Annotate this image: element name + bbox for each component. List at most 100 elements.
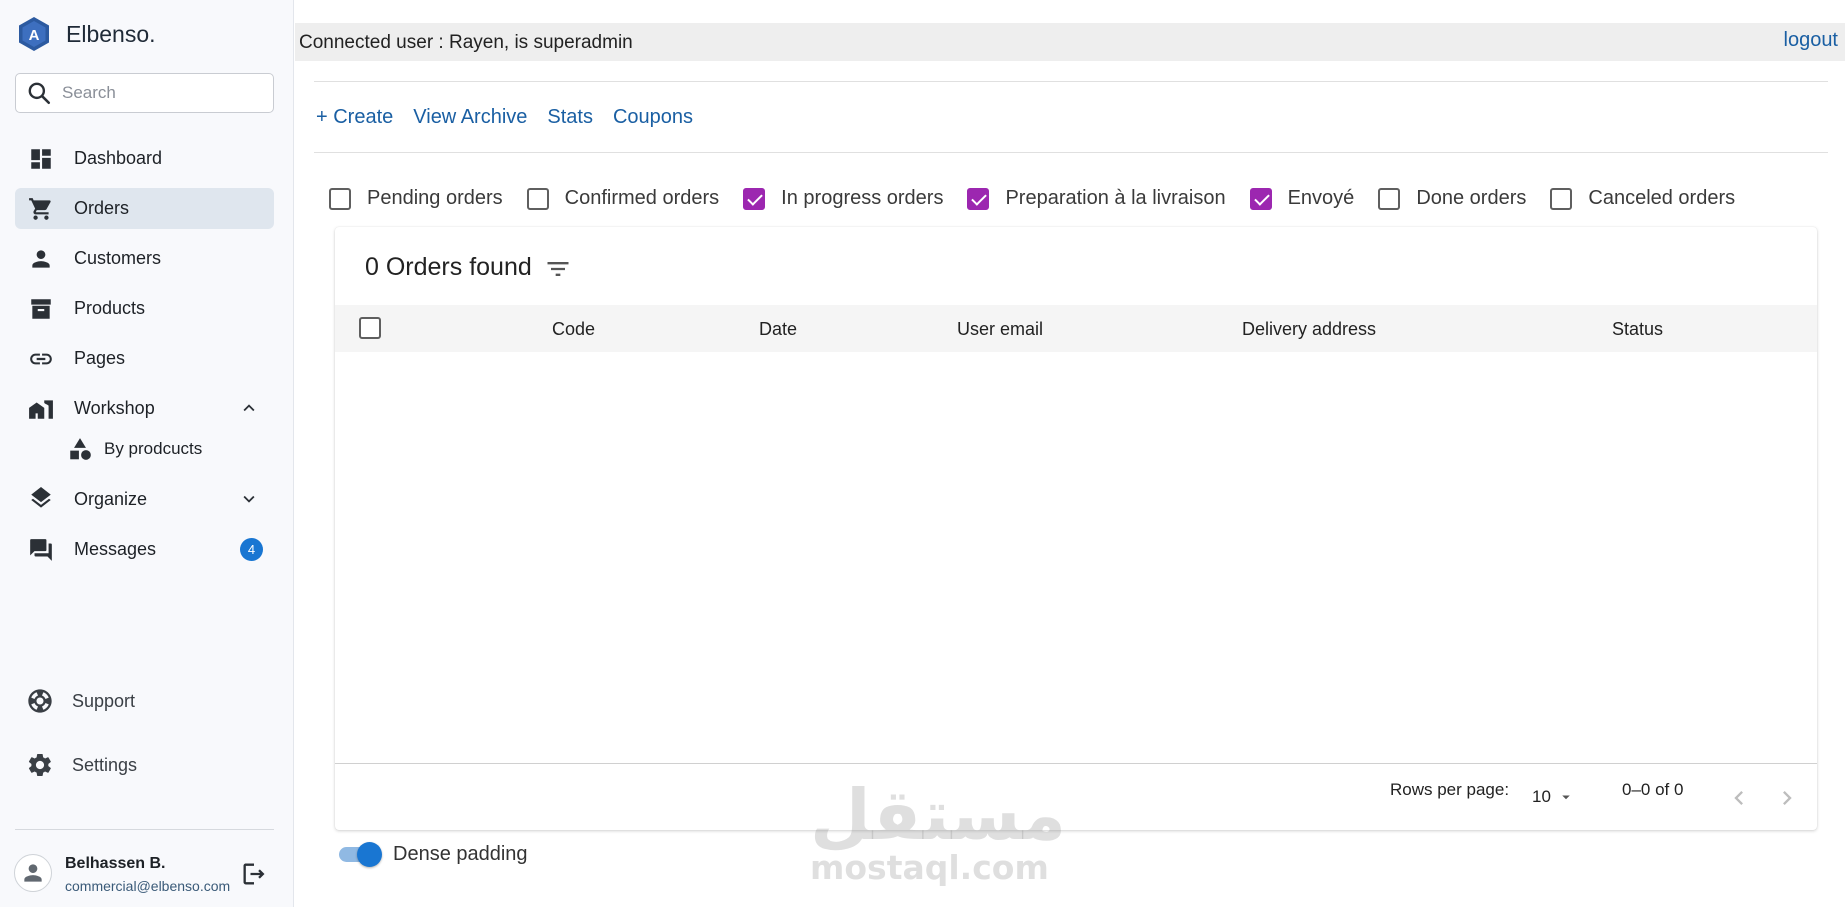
sidebar-item-support[interactable]: Support [15,679,274,723]
sidebar: A Elbenso. Dashboard Orders Customers [0,0,294,907]
rows-per-page-value: 10 [1532,787,1551,806]
person-icon [27,245,55,273]
support-icon [28,689,52,713]
action-links: + Create View Archive Stats Coupons [316,106,693,129]
checkbox[interactable] [526,187,549,210]
sidebar-item-workshop[interactable]: Workshop [15,388,274,429]
column-header-date[interactable]: Date [759,319,797,340]
search-icon [28,82,51,105]
filter-preparation-livraison[interactable]: Preparation à la livraison [967,187,1226,210]
person-icon [24,864,42,882]
connected-user-text: Connected user : Rayen, is superadmin [299,32,633,53]
orders-count-title: 0 Orders found [365,253,532,281]
watermark-arabic: مستقل [810,774,1067,856]
workshop-icon [27,395,55,423]
top-bar: Connected user : Rayen, is superadmin lo… [295,23,1845,61]
search-input[interactable] [62,83,262,103]
sidebar-item-settings[interactable]: Settings [15,743,274,787]
chevron-left-icon [1734,791,1743,805]
sidebar-item-pages[interactable]: Pages [15,338,274,379]
switch[interactable] [337,840,383,868]
app-root: A Elbenso. Dashboard Orders Customers [0,0,1845,907]
sidebar-item-label: Products [74,298,146,318]
user-email: commercial@elbenso.com [65,878,231,894]
chevron-down-icon[interactable] [238,488,260,510]
stats-link[interactable]: Stats [547,106,593,129]
sidebar-bottom-nav: Support [15,679,274,723]
sidebar-item-label: Organize [74,489,148,509]
column-header-code[interactable]: Code [552,319,595,340]
sidebar-item-dashboard[interactable]: Dashboard [15,138,274,179]
sidebar-item-label: Customers [74,248,162,268]
watermark-latin: mostaql.com [810,848,1049,887]
filter-confirmed-orders[interactable]: Confirmed orders [526,187,719,210]
dashboard-icon [27,145,55,173]
column-header-delivery-address[interactable]: Delivery address [1242,319,1376,340]
sidebar-item-customers[interactable]: Customers [15,238,274,279]
orders-card: 0 Orders found Code Date User email Deli… [335,227,1817,830]
dense-padding-toggle[interactable]: Dense padding [337,840,528,868]
sidebar-item-label: Orders [74,198,130,218]
search-box[interactable] [15,73,274,113]
filter-label: Envoyé [1287,187,1355,209]
link-icon [27,345,55,373]
previous-page-button[interactable] [1725,784,1753,812]
create-link[interactable]: + Create [316,106,393,129]
sidebar-subitem-by-products[interactable]: By prodcucts [15,432,274,466]
caret-down-icon [1562,795,1570,800]
rows-per-page-label: Rows per page: [1390,780,1510,799]
chevron-right-icon [1783,791,1792,805]
filter-label: Pending orders [367,187,503,209]
view-archive-link[interactable]: View Archive [413,106,527,129]
next-page-button[interactable] [1773,784,1801,812]
filter-canceled-orders[interactable]: Canceled orders [1550,187,1735,210]
gear-icon [28,754,51,776]
filter-label: In progress orders [781,187,944,209]
filter-pending-orders[interactable]: Pending orders [329,187,503,210]
pagination-range: 0–0 of 0 [1622,780,1684,799]
table-header: Code Date User email Delivery address St… [335,305,1817,352]
sidebar-item-organize[interactable]: Organize [15,479,274,520]
checkbox[interactable] [329,187,351,210]
checkbox[interactable] [1550,187,1573,210]
sidebar-item-messages[interactable]: Messages 4 [15,529,274,570]
category-icon [70,438,91,460]
filter-list-icon[interactable] [544,255,572,283]
column-header-user-email[interactable]: User email [957,319,1043,340]
dense-padding-label: Dense padding [393,842,528,865]
select-all-checkbox[interactable] [359,317,381,339]
layers-icon [27,486,55,514]
checkbox-checked[interactable] [967,187,990,210]
sidebar-divider [15,829,274,830]
brand-logo-letter: A [29,27,40,44]
brand-logo-icon: A [19,17,49,51]
rows-per-page-select[interactable]: 10 [1532,787,1575,807]
sidebar-item-label: Support [72,690,136,711]
logout-link[interactable]: logout [1784,29,1839,52]
sidebar-item-orders[interactable]: Orders [15,188,274,229]
user-name: Belhassen B. [65,855,166,872]
brand[interactable]: A Elbenso. [16,16,156,52]
filter-done-orders[interactable]: Done orders [1378,187,1526,210]
checkbox-checked[interactable] [1249,187,1272,210]
coupons-link[interactable]: Coupons [613,106,693,129]
column-header-status[interactable]: Status [1612,319,1663,340]
avatar[interactable] [14,854,52,892]
checkbox-checked[interactable] [743,187,766,210]
logout-icon[interactable] [240,860,268,888]
divider [314,152,1828,153]
filter-in-progress-orders[interactable]: In progress orders [743,187,943,210]
checkbox[interactable] [1378,187,1401,210]
table-pagination: Rows per page: 10 0–0 of 0 [335,764,1817,830]
sidebar-item-label: Workshop [74,398,155,418]
brand-name: Elbenso. [66,20,156,47]
switch-thumb [357,842,382,867]
sidebar-item-products[interactable]: Products [15,288,274,329]
filter-envoye[interactable]: Envoyé [1249,187,1355,210]
sidebar-item-label: Settings [72,754,138,775]
divider [314,81,1828,82]
sidebar-item-label: Messages [74,539,157,559]
sidebar-subitem-label: By prodcucts [104,439,203,458]
chevron-up-icon[interactable] [238,397,260,419]
filter-label: Done orders [1416,187,1527,209]
